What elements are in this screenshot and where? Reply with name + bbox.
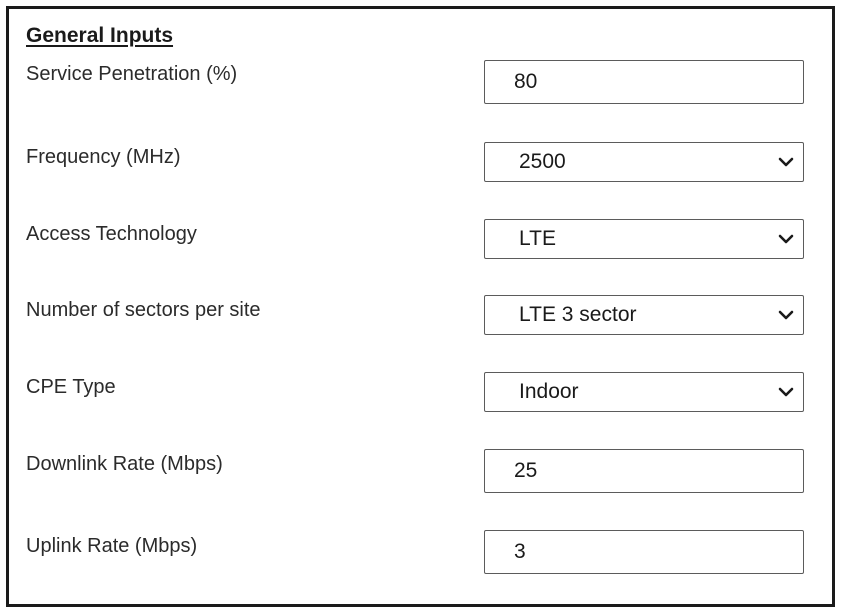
access-technology-select[interactable]: LTE [484,219,804,259]
chevron-down-icon [778,157,794,167]
cpe-type-label: CPE Type [26,376,116,398]
sectors-per-site-label: Number of sectors per site [26,299,261,321]
chevron-down-icon [778,234,794,244]
access-technology-value: LTE [519,227,556,250]
chevron-down-icon [778,387,794,397]
cpe-type-value: Indoor [519,380,579,403]
sectors-per-site-select[interactable]: LTE 3 sector [484,295,804,335]
section-title: General Inputs [26,24,174,47]
uplink-rate-value: 3 [514,540,526,563]
service-penetration-input[interactable]: 80 [484,60,804,104]
sectors-per-site-value: LTE 3 sector [519,303,637,326]
downlink-rate-value: 25 [514,459,538,482]
chevron-down-icon [778,310,794,320]
uplink-rate-input[interactable]: 3 [484,530,804,574]
frequency-select[interactable]: 2500 [484,142,804,182]
frequency-label: Frequency (MHz) [26,146,181,168]
downlink-rate-input[interactable]: 25 [484,449,804,493]
service-penetration-value: 80 [514,70,538,93]
uplink-rate-label: Uplink Rate (Mbps) [26,535,198,557]
general-inputs-panel: General Inputs Service Penetration (%) 8… [6,6,835,607]
cpe-type-select[interactable]: Indoor [484,372,804,412]
service-penetration-label: Service Penetration (%) [26,63,238,85]
downlink-rate-label: Downlink Rate (Mbps) [26,453,223,475]
access-technology-label: Access Technology [26,223,197,245]
frequency-value: 2500 [519,150,566,173]
